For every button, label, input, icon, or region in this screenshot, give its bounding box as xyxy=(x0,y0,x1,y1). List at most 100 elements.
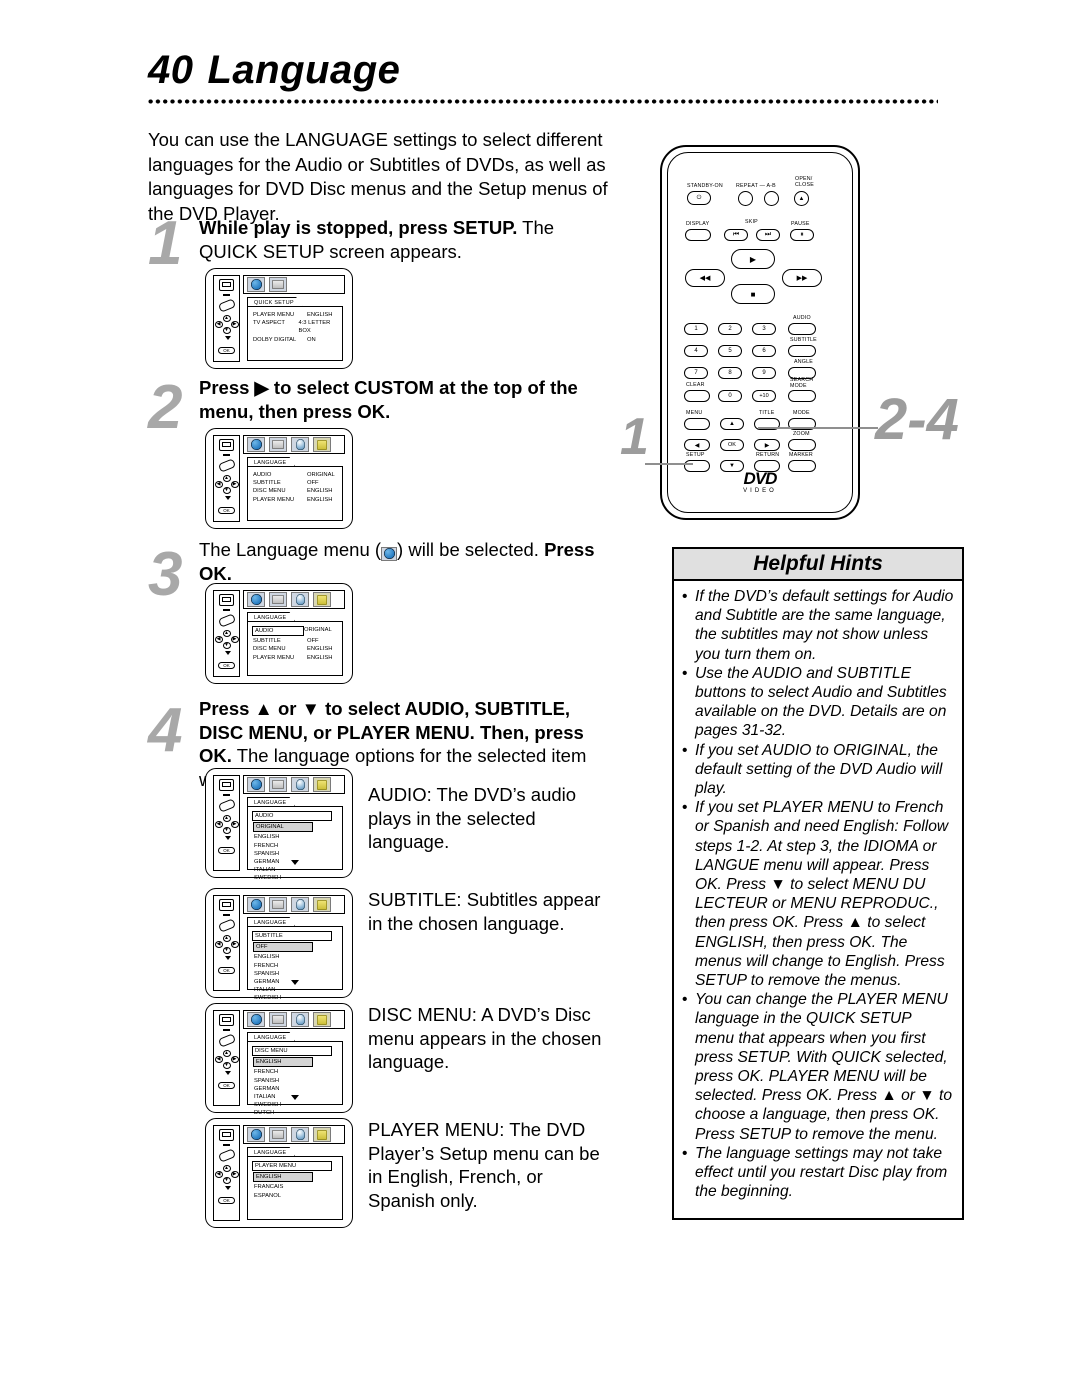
title-label: TITLE xyxy=(759,410,775,416)
option-item: ITALIAN xyxy=(254,867,276,874)
option-selected: ORIGINAL xyxy=(253,822,337,833)
right-arrow-button[interactable]: ▶ xyxy=(754,439,780,451)
caption-player-menu: PLAYER MENU: The DVD Player’s Setup menu… xyxy=(368,1119,600,1211)
helpful-hints-title: Helpful Hints xyxy=(674,549,962,581)
row-value: ENGLISH xyxy=(307,654,333,661)
hint-item: • If the DVD’s default settings for Audio… xyxy=(682,587,954,664)
hint-item: • The language settings may not take effe… xyxy=(682,1144,954,1202)
language-menu-box: AUDIO ORIGINAL SUBTITLE OFF DISC MENU ENGLI… xyxy=(247,621,343,676)
remote-icon xyxy=(217,613,236,628)
row-label: DOLBY DIGITAL xyxy=(253,336,297,343)
fast-forward-button[interactable]: ▶▶ xyxy=(782,269,822,287)
down-arrow-button[interactable]: ▼ xyxy=(720,460,744,472)
setup-button[interactable] xyxy=(684,460,710,472)
dpad-icon: ▲ ▼ ◀ ▶ xyxy=(214,1050,240,1075)
row-value: ENGLISH xyxy=(307,312,333,318)
bullet-icon: • xyxy=(682,588,688,605)
play-button[interactable]: ▶ xyxy=(731,249,775,269)
dpad-icon: ▲ ▼ ◀ ▶ xyxy=(214,475,240,500)
search-mode-label: SEARCH MODE xyxy=(790,377,814,389)
rewind-button[interactable]: ◀◀ xyxy=(685,269,725,287)
screen-disc-menu-options: ▲ ▼ ◀ ▶ OK LANGUAGE DISC MENU ENGLISH FREN… xyxy=(205,1003,353,1116)
skip-previous-button[interactable]: ⏮ xyxy=(724,229,748,241)
hint-text: Use the AUDIO and SUBTITLE buttons to se… xyxy=(695,664,947,740)
repeat-ab-button[interactable] xyxy=(764,191,779,206)
monitor-icon xyxy=(219,594,234,606)
clear-button[interactable] xyxy=(684,390,710,402)
step-1-bold: While play is stopped, press SETUP. xyxy=(199,217,518,238)
menu-row: DOLBY DIGITAL ON xyxy=(253,336,337,344)
open-close-button[interactable]: ▲ xyxy=(794,191,809,206)
number-0-button[interactable]: 0 xyxy=(718,390,742,402)
lock-icon xyxy=(313,592,331,607)
display-button[interactable] xyxy=(685,229,711,241)
number-3-button[interactable]: 3 xyxy=(752,323,776,335)
screen-icon-row xyxy=(243,1010,345,1029)
language-tab-text: LANGUAGE xyxy=(254,614,287,621)
menu-row-selected: AUDIO ORIGINAL xyxy=(252,626,337,637)
ok-icon: OK xyxy=(218,347,235,354)
row-value: 4:3 LETTER BOX xyxy=(298,320,331,335)
row-value: OFF xyxy=(307,480,319,487)
hint-item: • If you set AUDIO to ORIGINAL, the defau… xyxy=(682,741,954,799)
dotted-rule-divider xyxy=(148,99,938,107)
remote-icon xyxy=(217,798,236,813)
screen-sidebar: ▲ ▼ ◀ ▶ OK xyxy=(213,435,240,522)
language-tab-text: LANGUAGE xyxy=(254,919,287,926)
tv-icon xyxy=(269,897,287,912)
stop-button[interactable]: ■ xyxy=(731,284,775,304)
step-4-mid: or xyxy=(272,698,302,719)
option-item: SWEDISH xyxy=(254,995,282,1002)
zoom-button[interactable] xyxy=(788,439,816,451)
option-heading: SUBTITLE xyxy=(252,931,332,942)
ok-button[interactable]: OK xyxy=(720,439,744,451)
monitor-icon xyxy=(219,779,234,791)
repeat-button[interactable] xyxy=(738,191,753,206)
lock-icon xyxy=(313,1012,331,1027)
row-label: TV ASPECT xyxy=(253,320,285,327)
dvd-video-logo: DVD VIDEO xyxy=(743,469,777,494)
step-3-text: The Language menu () will be selected. P… xyxy=(199,538,619,585)
screen-sidebar: ▲ ▼ ◀ ▶ OK xyxy=(213,1125,240,1221)
setup-label: SETUP xyxy=(686,452,705,458)
callout-2-4-leader-line xyxy=(758,427,878,429)
audio-button[interactable] xyxy=(788,323,816,335)
menu-button[interactable] xyxy=(684,418,710,430)
lock-icon xyxy=(313,437,331,452)
subtitle-button[interactable] xyxy=(788,345,816,357)
marker-button[interactable] xyxy=(788,460,816,472)
language-menu-box: AUDIO ORIGINAL SUBTITLE OFF DISC MENU ENGLI… xyxy=(247,466,343,521)
dpad-icon: ▲ ▼ ◀ ▶ xyxy=(214,1165,240,1190)
menu-row: DISC MENU ENGLISH xyxy=(253,645,337,653)
number-6-button[interactable]: 6 xyxy=(752,345,776,357)
tv-icon xyxy=(269,437,287,452)
globe-icon xyxy=(247,897,265,912)
option-item: ENGLISH xyxy=(254,834,280,841)
option-item: SPANISH xyxy=(254,970,280,977)
skip-next-button[interactable]: ⏭ xyxy=(756,229,780,241)
audio-icon xyxy=(291,1127,309,1142)
standby-on-button[interactable]: ⏻ xyxy=(687,191,711,205)
plus-ten-button[interactable]: +10 xyxy=(752,390,776,402)
audio-label: AUDIO xyxy=(793,315,811,321)
number-9-button[interactable]: 9 xyxy=(752,367,776,379)
left-arrow-button[interactable]: ◀ xyxy=(684,439,710,451)
number-5-button[interactable]: 5 xyxy=(718,345,742,357)
screen-language-menu: ▲ ▼ ◀ ▶ OK LANGUAGE AUDIO ORIGINAL SUBTITLE… xyxy=(205,428,353,529)
skip-label: SKIP xyxy=(745,219,758,225)
menu-row: PLAYER MENU ENGLISH xyxy=(253,311,337,319)
ok-icon: OK xyxy=(218,1197,235,1204)
number-8-button[interactable]: 8 xyxy=(718,367,742,379)
number-2-button[interactable]: 2 xyxy=(718,323,742,335)
pause-button[interactable]: ⏸ xyxy=(790,229,814,241)
number-4-button[interactable]: 4 xyxy=(684,345,708,357)
up-arrow-button[interactable]: ▲ xyxy=(720,418,744,430)
number-7-button[interactable]: 7 xyxy=(684,367,708,379)
option-heading: PLAYER MENU xyxy=(252,1161,332,1172)
monitor-stand-icon xyxy=(223,1144,230,1146)
monitor-icon xyxy=(219,279,234,291)
monitor-stand-icon xyxy=(223,294,230,296)
number-1-button[interactable]: 1 xyxy=(684,323,708,335)
search-mode-button[interactable] xyxy=(788,390,816,402)
row-label-highlighted: AUDIO xyxy=(252,626,304,637)
